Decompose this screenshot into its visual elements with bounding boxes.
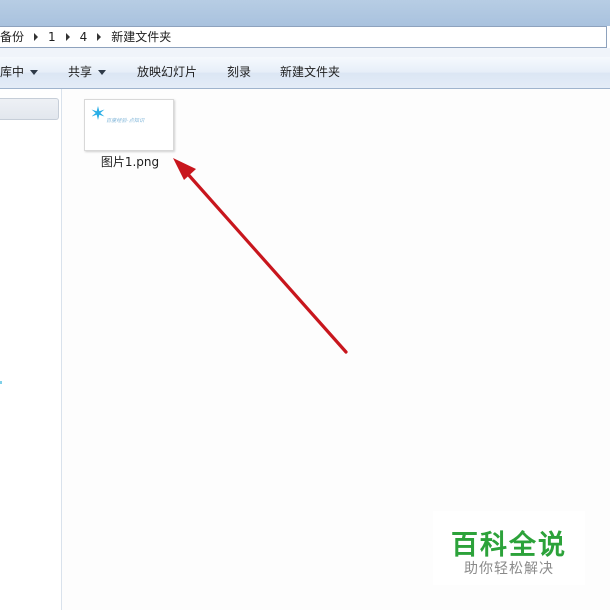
new-folder-label: 新建文件夹	[280, 65, 341, 79]
breadcrumb-item[interactable]: 1	[44, 27, 60, 47]
chevron-down-icon	[98, 70, 107, 75]
star-icon	[91, 106, 105, 120]
include-in-library-label: 库中	[0, 65, 25, 79]
file-thumbnail[interactable]: 百度经验-点知识	[84, 99, 174, 151]
window-title-strip	[0, 0, 610, 26]
thumbnail-caption: 百度经验-点知识	[106, 118, 145, 124]
nav-scroll-marker	[0, 381, 2, 384]
burn-button[interactable]: 刻录	[227, 57, 251, 88]
file-item[interactable]: 百度经验-点知识 图片1.png	[80, 95, 180, 175]
command-toolbar: 库中 共享 放映幻灯片 刻录 新建文件夹	[0, 57, 610, 89]
chevron-right-icon[interactable]	[97, 33, 102, 41]
burn-label: 刻录	[227, 65, 252, 79]
explorer-window: 备份 1 4 新建文件夹 库中 共享 放映幻灯片 刻录 新建文件夹 百度经验-点…	[0, 0, 610, 610]
navigation-pane[interactable]	[0, 89, 62, 610]
file-name[interactable]: 图片1.png	[80, 153, 180, 170]
chevron-down-icon	[30, 70, 39, 75]
address-bar-spacer	[0, 48, 610, 57]
chevron-right-icon[interactable]	[34, 33, 39, 41]
share-button[interactable]: 共享	[68, 57, 107, 88]
breadcrumb-item[interactable]: 备份	[0, 27, 28, 47]
nav-selected-item[interactable]	[0, 98, 59, 120]
slideshow-button[interactable]: 放映幻灯片	[137, 57, 197, 88]
watermark-logo: 百科全说 助你轻松解决	[433, 511, 585, 585]
watermark-subtitle: 助你轻松解决	[464, 561, 554, 577]
address-bar[interactable]: 备份 1 4 新建文件夹	[0, 26, 607, 48]
breadcrumb-item[interactable]: 4	[76, 27, 92, 47]
share-label: 共享	[68, 65, 93, 79]
include-in-library-button[interactable]: 库中	[0, 57, 39, 88]
watermark-title: 百科全说	[451, 530, 567, 561]
breadcrumb-item[interactable]: 新建文件夹	[107, 27, 175, 47]
slideshow-label: 放映幻灯片	[137, 65, 198, 79]
chevron-right-icon[interactable]	[65, 33, 70, 41]
new-folder-button[interactable]: 新建文件夹	[280, 57, 340, 88]
